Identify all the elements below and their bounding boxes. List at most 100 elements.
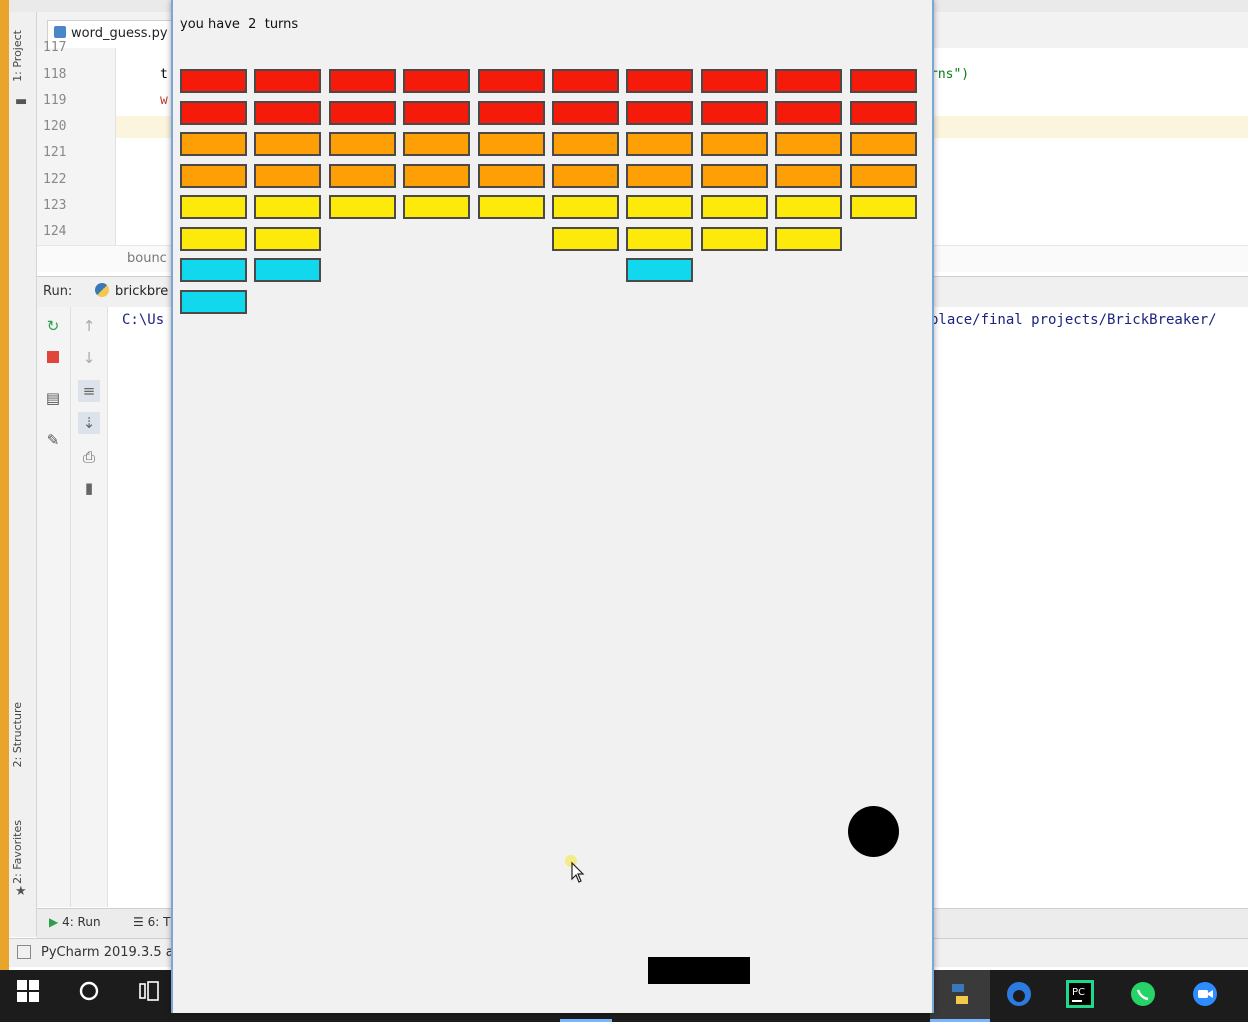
brick <box>552 69 619 93</box>
stop-icon[interactable] <box>42 347 64 369</box>
brick <box>701 195 768 219</box>
run-toolbar-secondary: ↑ ↓ ≡ ⇣ ⎙ ▮ <box>71 307 108 907</box>
windows-start-icon[interactable] <box>12 980 44 1012</box>
run-tool-tab[interactable]: ▶ 4: Run <box>49 915 101 929</box>
pycharm-icon[interactable]: PC <box>1064 980 1096 1012</box>
run-config-tab-label: brickbre <box>115 284 169 299</box>
mouse-cursor-icon <box>565 855 585 883</box>
python-icon[interactable] <box>944 980 976 1012</box>
folder-icon: ▬ <box>15 94 28 109</box>
favorites-tool-tab[interactable]: 2: Favorites <box>11 820 24 884</box>
scroll-to-end-icon[interactable]: ⇣ <box>78 412 100 434</box>
brickbreaker-game-window[interactable]: you have 2 turns <box>171 0 934 1013</box>
list-icon: ☰ <box>133 915 144 929</box>
brick <box>850 101 917 125</box>
line-number: 118 <box>43 67 67 82</box>
brick <box>626 164 693 188</box>
line-number-current: 120 <box>43 119 67 134</box>
brick <box>775 227 842 251</box>
console-line-start: C:\Us <box>122 312 165 328</box>
soft-wrap-icon[interactable]: ≡ <box>78 380 100 402</box>
trash-icon[interactable]: ▮ <box>78 477 100 499</box>
brick <box>478 69 545 93</box>
brick <box>254 258 321 282</box>
rerun-icon[interactable]: ↻ <box>42 315 64 337</box>
code-fragment: t <box>160 67 168 82</box>
line-number: 119 <box>43 93 67 108</box>
brick <box>254 101 321 125</box>
brick <box>552 164 619 188</box>
brick <box>329 101 396 125</box>
brick <box>254 195 321 219</box>
brick <box>254 69 321 93</box>
brick <box>254 132 321 156</box>
paddle[interactable] <box>648 957 750 984</box>
brick <box>701 69 768 93</box>
brick <box>552 132 619 156</box>
python-icon <box>95 283 109 297</box>
brick <box>626 227 693 251</box>
brick <box>775 164 842 188</box>
editor-file-tab-label: word_guess.py <box>71 26 168 41</box>
turns-remaining-label: you have 2 turns <box>180 17 299 32</box>
brick <box>626 195 693 219</box>
brick <box>180 227 247 251</box>
brick <box>254 227 321 251</box>
brick <box>254 164 321 188</box>
line-number: 124 <box>43 224 67 239</box>
console-line-end: place/final projects/BrickBreaker/ <box>930 312 1217 328</box>
brick <box>552 101 619 125</box>
brick <box>850 132 917 156</box>
whatsapp-icon[interactable] <box>1127 980 1159 1012</box>
brick <box>850 69 917 93</box>
run-toolbar-primary: ↻ ▤ ✎ <box>37 307 71 907</box>
pin-icon[interactable]: ✎ <box>42 429 64 451</box>
run-config-tab[interactable]: brickbre <box>95 283 168 299</box>
brick <box>850 164 917 188</box>
brick <box>552 195 619 219</box>
brick <box>180 132 247 156</box>
up-arrow-icon[interactable]: ↑ <box>78 315 100 337</box>
browser-icon[interactable] <box>1003 980 1035 1012</box>
line-number: 121 <box>43 145 67 160</box>
brick <box>701 101 768 125</box>
ball <box>848 806 899 857</box>
brick <box>403 195 470 219</box>
brick <box>329 195 396 219</box>
zoom-icon[interactable] <box>1189 980 1221 1012</box>
python-file-icon <box>54 26 66 38</box>
brick <box>701 132 768 156</box>
task-view-icon[interactable] <box>133 980 165 1012</box>
run-triangle-icon: ▶ <box>49 915 59 929</box>
brick <box>180 101 247 125</box>
brick <box>478 132 545 156</box>
brick <box>701 227 768 251</box>
run-tool-tab-label: 4: Run <box>62 915 101 929</box>
down-arrow-icon[interactable]: ↓ <box>78 347 100 369</box>
brick <box>180 164 247 188</box>
project-tool-tab[interactable]: 1: Project <box>11 30 24 82</box>
brick <box>478 195 545 219</box>
brick <box>478 101 545 125</box>
brick <box>552 227 619 251</box>
todo-tool-tab[interactable]: ☰ 6: T <box>133 915 170 929</box>
brick <box>775 195 842 219</box>
brick <box>329 132 396 156</box>
line-number: 122 <box>43 172 67 187</box>
brick <box>478 164 545 188</box>
brick <box>329 69 396 93</box>
brick <box>626 69 693 93</box>
brick <box>403 164 470 188</box>
cortana-icon[interactable] <box>73 980 105 1012</box>
code-fragment: w <box>160 93 168 108</box>
run-panel-label: Run: <box>43 284 73 299</box>
brick <box>775 69 842 93</box>
line-number: 123 <box>43 198 67 213</box>
layout-icon[interactable]: ▤ <box>42 387 64 409</box>
brick <box>180 258 247 282</box>
print-icon[interactable]: ⎙ <box>78 446 100 468</box>
brick <box>626 132 693 156</box>
structure-tool-tab[interactable]: 2: Structure <box>11 702 24 767</box>
todo-tool-tab-label: 6: T <box>147 915 171 929</box>
breadcrumb-text[interactable]: bounc <box>127 251 167 266</box>
